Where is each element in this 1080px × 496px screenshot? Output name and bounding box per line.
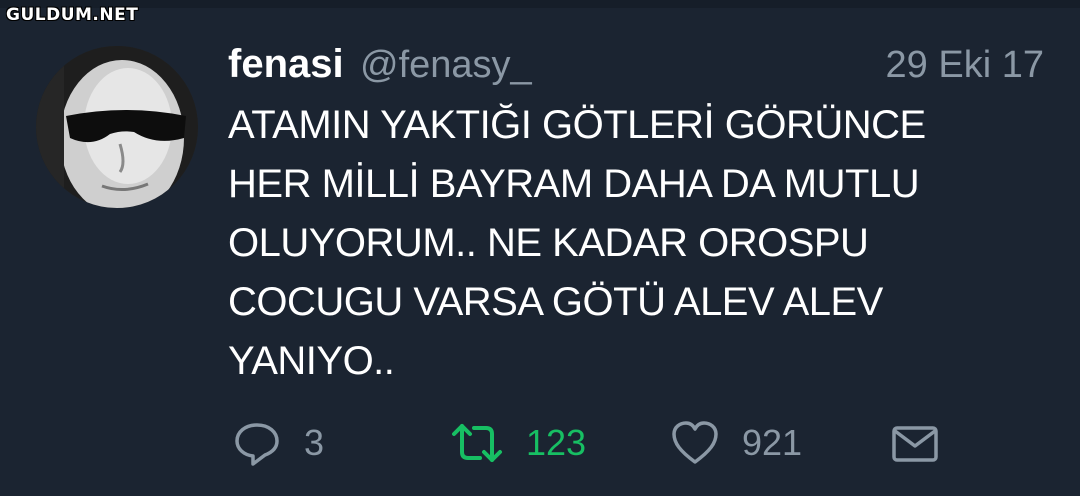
watermark-logo: GULDUM.NET <box>6 5 139 25</box>
display-name[interactable]: fenasi <box>228 42 344 87</box>
heart-icon <box>672 421 718 464</box>
tweet-text: ATAMIN YAKTIĞI GÖTLERİ GÖRÜNCE HER MİLLİ… <box>228 96 1048 391</box>
retweet-icon <box>452 424 502 462</box>
tweet-timestamp[interactable]: 29 Eki 17 <box>886 44 1044 87</box>
tweet-text-line: HER MİLLİ BAYRAM DAHA DA MUTLU <box>228 162 920 206</box>
tweet-text-line: COCUGU VARSA GÖTÜ ALEV ALEV <box>228 280 883 324</box>
like-count: 921 <box>742 422 803 463</box>
reply-count: 3 <box>304 422 325 463</box>
tweet-text-line: YANIYO.. <box>228 339 395 383</box>
top-bar <box>0 0 1080 8</box>
tweet-text-line: ATAMIN YAKTIĞI GÖTLERİ GÖRÜNCE <box>228 103 926 147</box>
avatar[interactable] <box>36 46 198 208</box>
tweet-header: fenasi @fenasy_ 29 Eki 17 <box>228 40 1048 96</box>
reply-icon <box>235 423 279 466</box>
like-button[interactable]: 921 <box>670 418 802 468</box>
user-handle[interactable]: @fenasy_ <box>360 44 532 87</box>
envelope-icon <box>892 426 938 462</box>
tweet-text-line: OLUYORUM.. NE KADAR OROSPU <box>228 221 869 265</box>
retweet-count: 123 <box>526 422 587 463</box>
avatar-image <box>36 46 198 208</box>
direct-message-button[interactable] <box>890 418 940 468</box>
retweet-button[interactable]: 123 <box>450 418 586 468</box>
reply-button[interactable]: 3 <box>232 418 324 468</box>
